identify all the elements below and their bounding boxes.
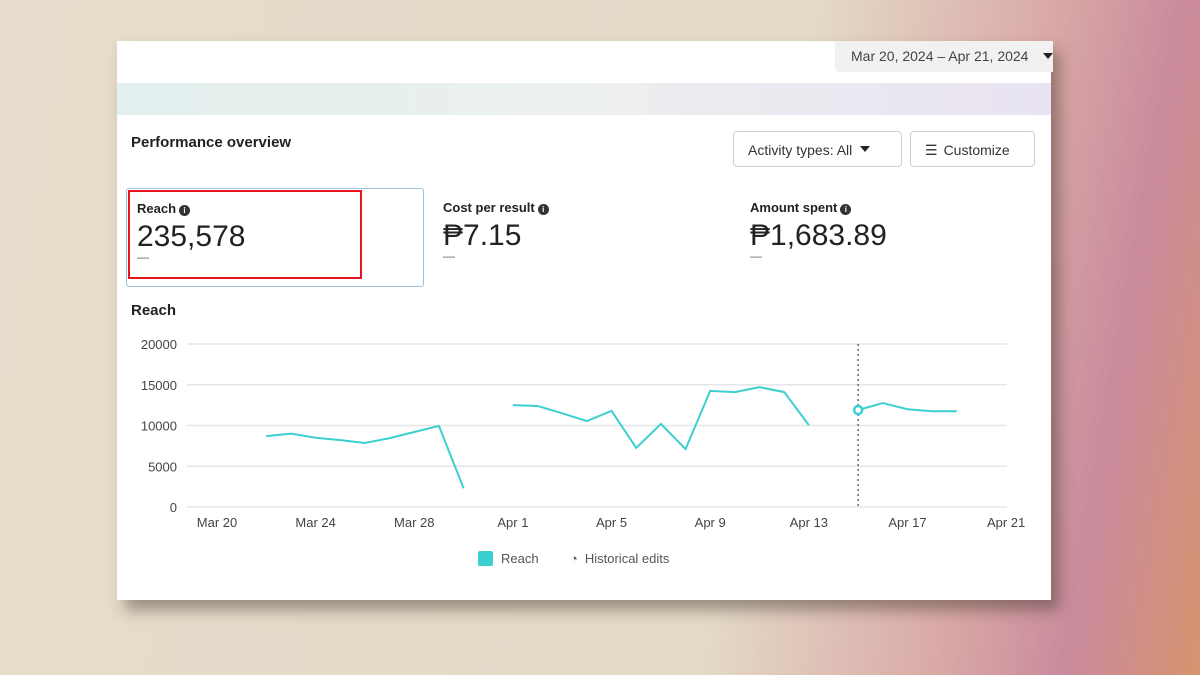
- x-tick-label: Apr 17: [888, 515, 926, 530]
- reach-line-segment: [857, 402, 957, 413]
- reach-chart: 0 5000 10000 15000 20000 Mar 20 Mar 24 Mar 28 Ap…: [141, 337, 1025, 530]
- x-tick-label: Apr 13: [790, 515, 828, 530]
- legend-label: Historical edits: [584, 551, 670, 566]
- reach-line-segment: [266, 424, 465, 489]
- x-tick-label: Apr 5: [596, 515, 627, 530]
- x-tick-label: Apr 21: [987, 515, 1025, 530]
- x-tick-label: Apr 1: [497, 515, 528, 530]
- legend-historical-edits[interactable]: ◔ Historical edits: [570, 551, 669, 566]
- x-tick-label: Mar 20: [197, 515, 237, 530]
- highlight-box: [128, 190, 362, 279]
- legend-swatch: [478, 551, 493, 566]
- y-tick-label: 5000: [148, 459, 177, 474]
- legend-reach[interactable]: Reach: [478, 551, 539, 566]
- x-tick-label: Mar 28: [394, 515, 434, 530]
- legend-label: Reach: [501, 551, 539, 566]
- x-tick-label: Mar 24: [295, 515, 335, 530]
- y-tick-label: 20000: [141, 337, 177, 352]
- x-tick-label: Apr 9: [695, 515, 726, 530]
- gauge-icon: ◔: [570, 551, 578, 566]
- y-tick-label: 0: [170, 500, 177, 515]
- reach-line-segment: [512, 386, 810, 451]
- historical-edit-point: [852, 404, 864, 416]
- y-tick-label: 15000: [141, 378, 177, 393]
- y-tick-label: 10000: [141, 419, 177, 434]
- performance-card: Mar 20, 2024 – Apr 21, 2024 Performance …: [117, 41, 1053, 600]
